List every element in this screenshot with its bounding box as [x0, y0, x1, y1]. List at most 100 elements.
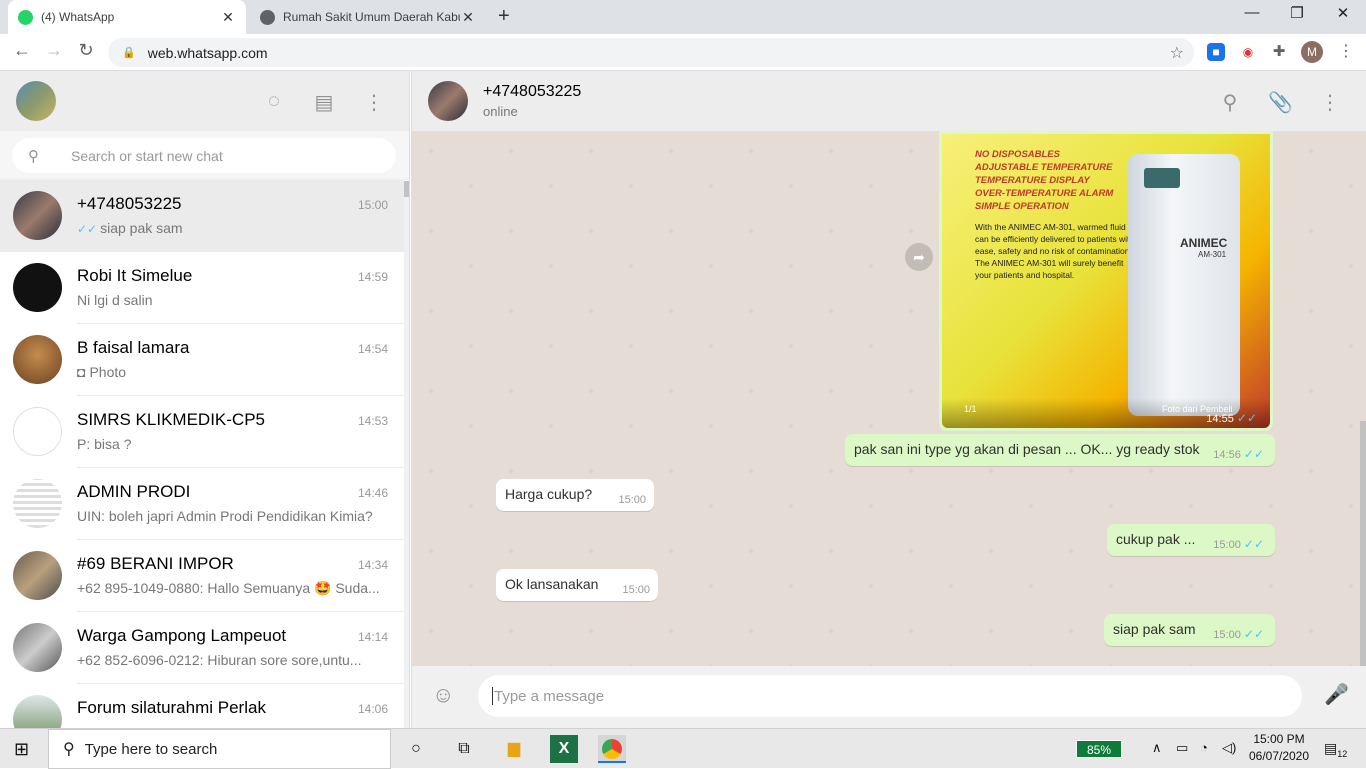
message-time: 15:00 — [618, 494, 646, 506]
chat-list-item[interactable]: SIMRS KLIKMEDIK-CP5 14:53 P: bisa ? — [0, 396, 404, 468]
conversation-header: +4748053225 online ⚲ 📎 ⋮ — [411, 71, 1366, 131]
browser-menu-icon[interactable]: ⋮ — [1337, 43, 1355, 61]
double-check-icon: ✓✓ — [1243, 447, 1264, 461]
chat-list-item[interactable]: +4748053225 15:00 ✓✓ siap pak sam — [0, 180, 404, 252]
extension-icon[interactable]: ■ — [1207, 43, 1225, 61]
message-time: 15:00 — [1213, 539, 1241, 551]
chat-name: +4748053225 — [77, 194, 182, 213]
chat-time: 14:53 — [357, 414, 388, 428]
volume-icon[interactable]: ◁) — [1222, 740, 1236, 756]
chat-time: 14:59 — [357, 270, 388, 284]
profile-avatar[interactable]: M — [1301, 41, 1323, 63]
tab-whatsapp[interactable]: (4) WhatsApp ✕ — [8, 0, 246, 34]
emoji-icon[interactable]: ☺ — [432, 682, 454, 708]
message-input[interactable]: Type a message — [478, 675, 1302, 717]
chat-list-item[interactable]: #69 BERANI IMPOR 14:34 +62 895-1049-0880… — [0, 540, 404, 612]
new-tab-button[interactable]: + — [498, 6, 510, 26]
status-icon[interactable]: ◌ — [262, 90, 286, 113]
excel-icon[interactable]: X — [550, 735, 578, 763]
windows-start-icon[interactable]: ⊞ — [14, 739, 29, 760]
whatsapp-favicon-icon — [18, 9, 33, 25]
tab-rumah-sakit[interactable]: Rumah Sakit Umum Daerah Kabu ✕ — [250, 0, 486, 34]
search-icon[interactable]: ⚲ — [1218, 90, 1242, 115]
chat-name: Forum silaturahmi Perlak — [77, 698, 266, 717]
outgoing-message[interactable]: cukup pak ... 15:00 ✓✓ — [1107, 524, 1275, 556]
chat-name: Robi It Simelue — [77, 266, 193, 285]
compose-bar: ☺ Type a message 🎤 — [411, 666, 1366, 728]
address-bar[interactable]: 🔒 web.whatsapp.com ☆ — [108, 38, 1194, 67]
forward-arrow-icon[interactable]: → — [42, 40, 66, 61]
chat-preview: Photo — [89, 364, 127, 380]
contact-avatar — [13, 551, 62, 600]
task-view-icon[interactable]: ⧉ — [450, 735, 478, 763]
product-image[interactable]: NO DISPOSABLES ADJUSTABLE TEMPERATURE TE… — [942, 134, 1270, 428]
attach-icon[interactable]: 📎 — [1268, 90, 1293, 115]
clock[interactable]: 15:00 PM 06/07/2020 — [1244, 731, 1314, 765]
extensions-puzzle-icon[interactable]: ✚ — [1270, 43, 1288, 61]
image-headline: SIMPLE OPERATION — [975, 201, 1069, 212]
contact-avatar — [13, 407, 62, 456]
close-window-button[interactable]: ✕ — [1323, 4, 1363, 22]
taskbar-search[interactable]: ⚲ Type here to search — [48, 729, 391, 769]
back-arrow-icon[interactable]: ← — [10, 40, 34, 61]
wifi-icon[interactable]: ◔ — [1200, 740, 1208, 755]
battery-icon[interactable]: ▭ — [1176, 740, 1188, 756]
notifications-icon[interactable]: ▤12 — [1324, 740, 1347, 759]
close-tab-icon[interactable]: ✕ — [460, 9, 476, 26]
message-time: 14:55 — [1206, 413, 1234, 425]
microphone-icon[interactable]: 🎤 — [1324, 682, 1349, 707]
cortana-icon[interactable]: ○ — [402, 735, 430, 763]
chat-preview: Ni lgi d salin — [77, 292, 153, 308]
contact-avatar — [13, 695, 62, 728]
menu-icon[interactable]: ⋮ — [362, 90, 386, 115]
bookmark-star-icon[interactable]: ☆ — [1170, 43, 1184, 63]
outgoing-message[interactable]: siap pak sam 15:00 ✓✓ — [1104, 614, 1275, 646]
contact-name[interactable]: +4748053225 — [483, 83, 581, 101]
contact-avatar — [13, 263, 62, 312]
forward-icon[interactable]: ➦ — [905, 243, 933, 271]
incoming-message[interactable]: Harga cukup? 15:00 — [496, 479, 654, 511]
conversation-scrollbar[interactable] — [1360, 421, 1366, 666]
close-tab-icon[interactable]: ✕ — [220, 9, 236, 26]
chat-list-item[interactable]: ADMIN PRODI 14:46 UIN: boleh japri Admin… — [0, 468, 404, 540]
chat-sidebar: ◌ ▤ ⋮ ⚲ Search or start new chat +474805… — [0, 71, 410, 728]
incoming-message[interactable]: Ok lansanakan 15:00 — [496, 569, 658, 601]
browser-toolbar: ← → ↻ 🔒 web.whatsapp.com ☆ ■ ◉ ✚ M ⋮ — [0, 34, 1366, 71]
reload-icon[interactable]: ↻ — [74, 40, 98, 61]
show-hidden-icons-icon[interactable]: ∧ — [1152, 740, 1162, 756]
contact-avatar — [13, 479, 62, 528]
minimize-button[interactable]: — — [1232, 4, 1272, 21]
chat-preview: siap pak sam — [100, 220, 183, 236]
chrome-icon[interactable] — [598, 735, 626, 763]
chat-preview: +62 895-1049-0880: Hallo Semuanya 🤩 Suda… — [77, 580, 380, 596]
chat-list-item[interactable]: Robi It Simelue 14:59 Ni lgi d salin — [0, 252, 404, 324]
chat-list-item[interactable]: Warga Gampong Lampeuot 14:14 +62 852-609… — [0, 612, 404, 684]
restore-button[interactable]: ❐ — [1277, 4, 1317, 22]
sidebar-scrollbar[interactable] — [404, 181, 409, 728]
file-explorer-icon[interactable]: ▆ — [500, 735, 528, 763]
menu-icon[interactable]: ⋮ — [1318, 90, 1342, 115]
sidebar-header: ◌ ▤ ⋮ — [0, 71, 409, 131]
search-icon: ⚲ — [28, 147, 39, 165]
image-headline: TEMPERATURE DISPLAY — [975, 175, 1090, 186]
chat-time: 14:46 — [357, 486, 388, 500]
lock-icon: 🔒 — [122, 47, 136, 59]
image-counter: 1/1 — [964, 404, 977, 414]
search-input[interactable]: ⚲ Search or start new chat — [12, 138, 396, 173]
image-message[interactable]: NO DISPOSABLES ADJUSTABLE TEMPERATURE TE… — [939, 131, 1273, 431]
image-body-text: With the ANIMEC AM-301, warmed fluid can… — [975, 222, 1135, 280]
chat-name: #69 BERANI IMPOR — [77, 554, 234, 573]
notification-count: 12 — [1337, 748, 1348, 759]
chat-list-item[interactable]: B faisal lamara 14:54 ◘ Photo — [0, 324, 404, 396]
message-text: Harga cukup? — [505, 486, 593, 502]
my-avatar[interactable] — [16, 81, 56, 121]
taskbar-search-placeholder: Type here to search — [84, 740, 218, 758]
chat-list-item[interactable]: Forum silaturahmi Perlak 14:06 — [0, 684, 404, 728]
battery-indicator[interactable]: 85% — [1076, 740, 1122, 758]
chat-name: Warga Gampong Lampeuot — [77, 626, 287, 645]
outgoing-message[interactable]: pak san ini type yg akan di pesan ... OK… — [845, 434, 1275, 466]
new-chat-icon[interactable]: ▤ — [312, 90, 336, 115]
chat-time: 14:06 — [357, 702, 388, 716]
screen-record-icon[interactable]: ◉ — [1239, 43, 1257, 61]
contact-avatar[interactable] — [428, 81, 468, 121]
